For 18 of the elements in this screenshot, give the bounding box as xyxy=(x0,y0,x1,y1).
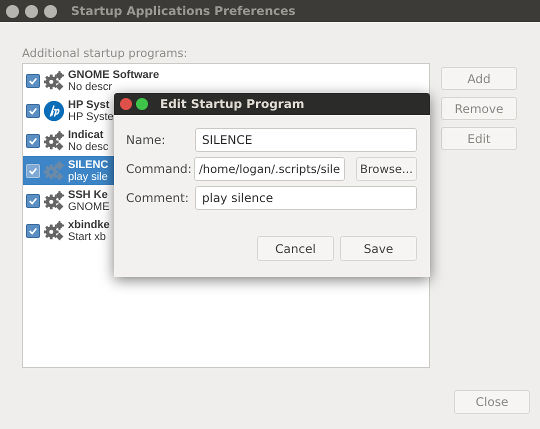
window-title: Startup Applications Preferences xyxy=(71,4,296,18)
program-name: SSH Ke xyxy=(68,188,109,200)
field-label: Name: xyxy=(126,133,166,147)
program-name: SILENC xyxy=(68,158,108,170)
program-description: HP Syste xyxy=(68,110,114,122)
program-description: GNOME xyxy=(68,200,110,212)
program-description: Start xb xyxy=(68,230,107,242)
program-description: No desc xyxy=(68,140,108,152)
program-name: xbindke xyxy=(68,218,110,230)
field-label: Comment: xyxy=(126,191,190,205)
program-description: play sile xyxy=(68,170,108,182)
dialog-title: Edit Startup Program xyxy=(160,97,304,111)
program-description: No descr xyxy=(68,80,114,92)
program-name: Indicat xyxy=(68,128,104,140)
list-label: Additional startup programs: xyxy=(22,46,188,62)
program-name: HP Syst xyxy=(68,98,110,110)
program-name: GNOME Software xyxy=(68,68,160,80)
field-label: Command: xyxy=(126,162,193,176)
